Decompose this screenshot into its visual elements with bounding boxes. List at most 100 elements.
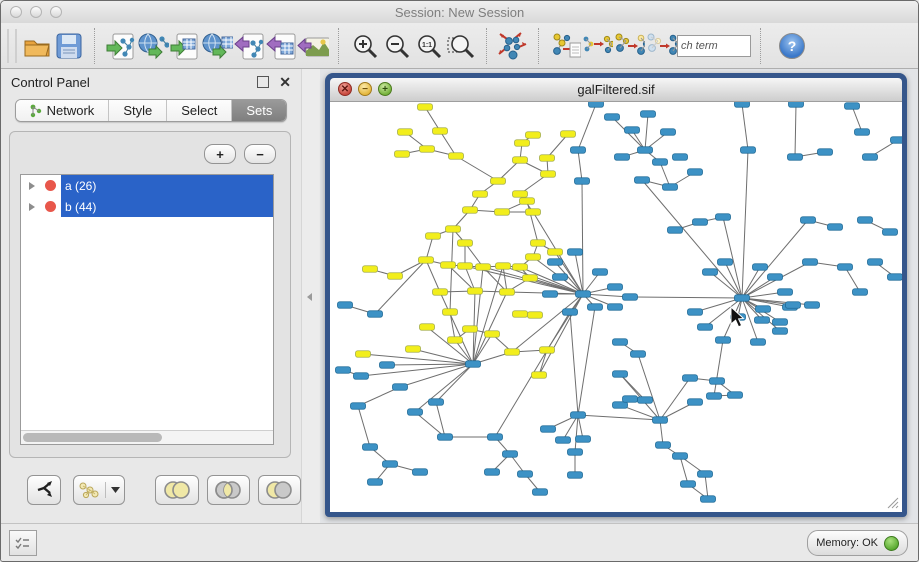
graph-node <box>533 489 548 496</box>
close-window-icon[interactable] <box>10 6 22 18</box>
intersection-button[interactable] <box>207 475 250 505</box>
float-panel-icon[interactable] <box>257 76 269 88</box>
zoom-fit-button[interactable]: 1:1 <box>413 29 445 63</box>
graph-node <box>515 140 530 147</box>
network-graph[interactable] <box>330 102 902 512</box>
graph-node <box>523 275 538 282</box>
expand-arrow-icon[interactable] <box>29 182 35 190</box>
frame-minimize-icon[interactable]: − <box>358 82 372 96</box>
graph-node <box>543 291 558 298</box>
graph-node <box>541 171 556 178</box>
graph-node <box>363 444 378 451</box>
network-from-selection-button[interactable] <box>549 29 581 63</box>
minimize-window-icon[interactable] <box>30 6 42 18</box>
export-table-button[interactable] <box>265 29 297 63</box>
zoom-window-icon[interactable] <box>50 6 62 18</box>
control-panel-header: Control Panel ✕ <box>1 69 301 95</box>
graph-node <box>418 104 433 111</box>
graph-node <box>623 396 638 403</box>
graph-node <box>413 469 428 476</box>
task-history-button[interactable] <box>9 530 37 556</box>
zoom-selected-button[interactable] <box>445 29 477 63</box>
zoom-out-button[interactable] <box>381 29 413 63</box>
import-network-file-button[interactable] <box>105 29 137 63</box>
graph-node <box>518 471 533 478</box>
hide-selected-button[interactable] <box>645 29 677 63</box>
network-tab-icon <box>30 104 42 118</box>
remove-set-button[interactable]: − <box>244 144 276 164</box>
open-session-button[interactable] <box>21 29 53 63</box>
graph-node <box>710 378 725 385</box>
main-toolbar: 1:1 ? <box>1 23 918 69</box>
toolbar-separator <box>760 28 762 64</box>
close-panel-icon[interactable]: ✕ <box>279 75 291 89</box>
graph-node <box>576 291 591 298</box>
intersection-icon <box>213 480 243 500</box>
export-network-button[interactable] <box>233 29 265 63</box>
graph-node <box>556 437 571 444</box>
zoom-in-button[interactable] <box>349 29 381 63</box>
graph-node <box>656 442 671 449</box>
memory-ok-icon <box>884 536 899 551</box>
split-pane-divider[interactable] <box>301 69 320 524</box>
network-view-frame[interactable]: ✕ − + galFiltered.sif <box>325 73 907 517</box>
list-item[interactable]: b (44) <box>21 196 273 217</box>
graph-node <box>513 191 528 198</box>
import-table-web-button[interactable] <box>201 29 233 63</box>
network-frame-titlebar[interactable]: ✕ − + galFiltered.sif <box>330 78 902 102</box>
graph-node <box>473 191 488 198</box>
search-input[interactable] <box>677 35 751 57</box>
graph-node <box>420 146 435 153</box>
graph-node <box>838 264 853 271</box>
network-canvas[interactable] <box>330 102 902 512</box>
frame-maximize-icon[interactable]: + <box>378 82 392 96</box>
add-set-button[interactable]: + <box>204 144 236 164</box>
node-set-icon <box>78 481 100 499</box>
tab-network[interactable]: Network <box>16 100 110 121</box>
graph-node <box>540 347 555 354</box>
new-network-view-button[interactable] <box>581 29 613 63</box>
tab-select[interactable]: Select <box>167 100 232 121</box>
graph-node <box>338 302 353 309</box>
graph-node <box>563 309 578 316</box>
create-set-combo-button[interactable] <box>73 475 126 505</box>
frame-close-icon[interactable]: ✕ <box>338 82 352 96</box>
memory-status-button[interactable]: Memory: OK <box>807 530 908 556</box>
first-neighbors-button[interactable] <box>613 29 645 63</box>
graph-node <box>741 147 756 154</box>
import-network-web-button[interactable] <box>137 29 169 63</box>
graph-node <box>495 209 510 216</box>
svg-text:1:1: 1:1 <box>422 42 432 49</box>
save-session-button[interactable] <box>53 29 85 63</box>
graph-node <box>858 217 873 224</box>
graph-node <box>707 393 722 400</box>
graph-node <box>693 219 708 226</box>
graph-node <box>393 384 408 391</box>
graph-node <box>613 402 628 409</box>
collapse-panel-arrow[interactable] <box>307 293 312 301</box>
set-label: b (44) <box>61 200 96 214</box>
graph-node <box>485 331 500 338</box>
graph-node <box>531 240 546 247</box>
graph-node <box>668 227 683 234</box>
toolbar-separator <box>486 28 488 64</box>
expand-arrow-icon[interactable] <box>29 203 35 211</box>
graph-node <box>383 461 398 468</box>
split-icon <box>34 481 54 499</box>
graph-node <box>718 259 733 266</box>
tab-sets[interactable]: Sets <box>232 100 286 121</box>
horizontal-scrollbar[interactable] <box>21 430 273 444</box>
resize-grip-icon[interactable] <box>884 494 900 510</box>
import-table-file-button[interactable] <box>169 29 201 63</box>
scrollbar-thumb[interactable] <box>23 433 162 442</box>
apply-layout-button[interactable] <box>497 29 529 63</box>
tab-style[interactable]: Style <box>109 100 167 121</box>
graph-node <box>845 103 860 110</box>
list-item[interactable]: a (26) <box>21 175 273 196</box>
split-set-button[interactable] <box>27 475 61 505</box>
export-image-button[interactable] <box>297 29 329 63</box>
help-button[interactable]: ? <box>779 33 805 59</box>
graph-node <box>683 375 698 382</box>
difference-button[interactable] <box>258 475 301 505</box>
union-button[interactable] <box>155 475 198 505</box>
